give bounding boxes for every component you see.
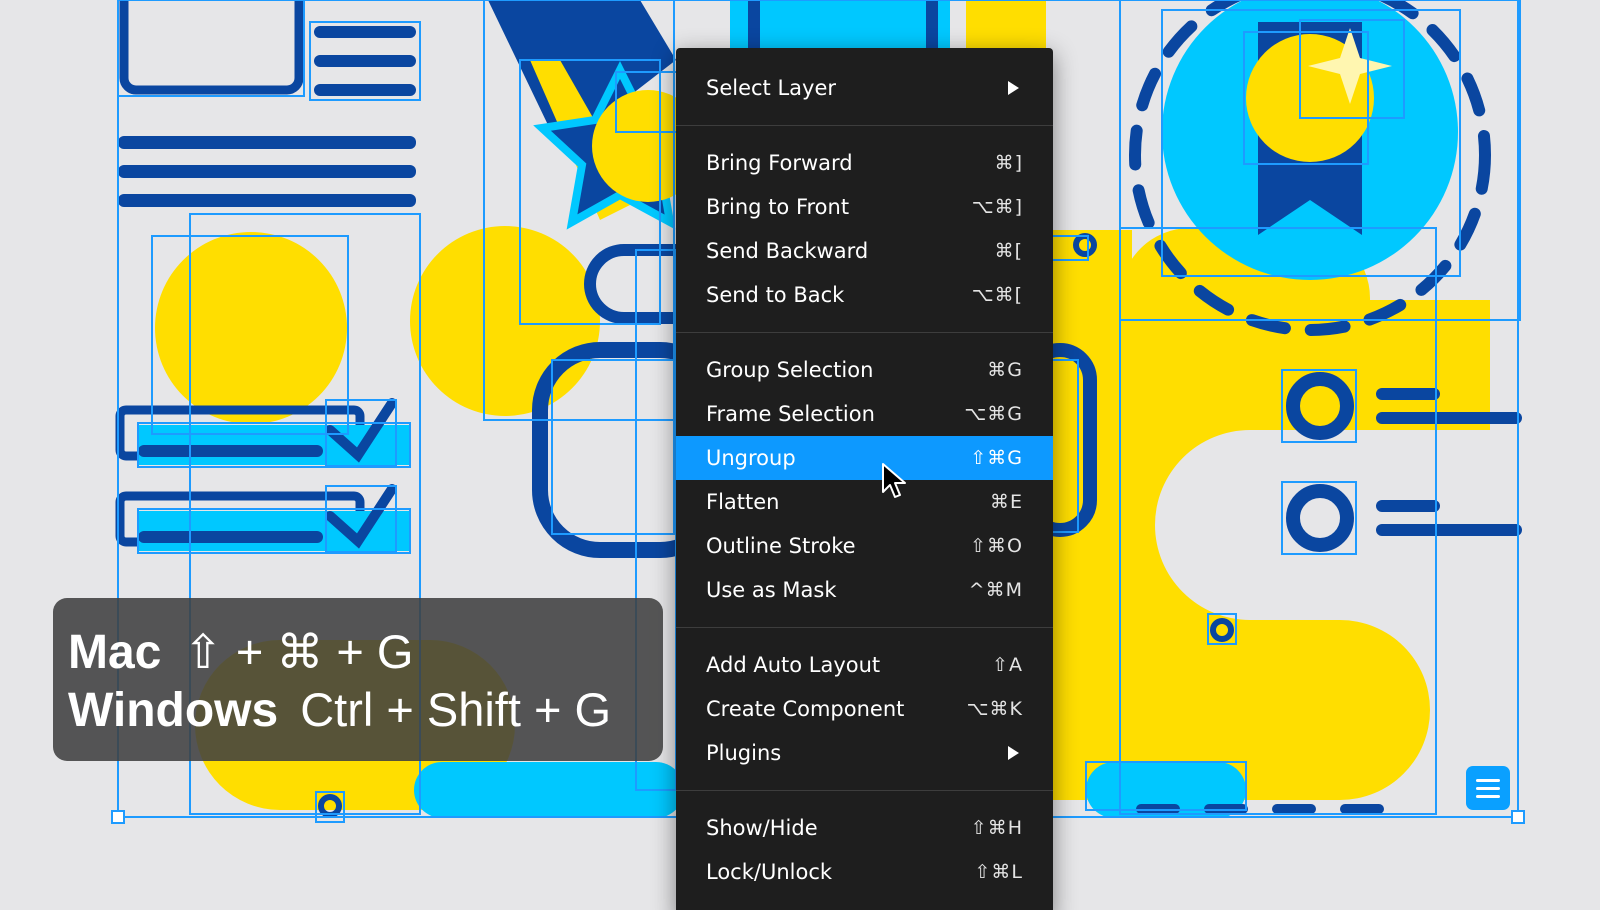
menu-item-label: Add Auto Layout <box>706 653 881 677</box>
menu-item-shortcut: ⌥⌘] <box>971 196 1023 218</box>
windows-label: Windows <box>68 684 279 737</box>
menu-item-label: Frame Selection <box>706 402 875 426</box>
menu-item-flatten[interactable]: Flatten ⌘E <box>676 480 1053 524</box>
menu-item-label: Plugins <box>706 741 782 765</box>
menu-separator <box>676 332 1053 333</box>
menu-item-shortcut: ⇧⌘G <box>970 447 1023 469</box>
menu-item-label: Group Selection <box>706 358 874 382</box>
windows-keys: Ctrl + Shift + G <box>300 683 612 736</box>
menu-item-select-layer[interactable]: Select Layer <box>676 66 1053 110</box>
menu-item-add-auto-layout[interactable]: Add Auto Layout ⇧A <box>676 643 1053 687</box>
menu-lines-icon <box>1476 779 1500 782</box>
menu-item-shortcut: ⌘G <box>987 359 1023 381</box>
menu-item-label: Use as Mask <box>706 578 837 602</box>
menu-item-shortcut: ⇧⌘O <box>970 535 1023 557</box>
menu-item-frame-selection[interactable]: Frame Selection ⌥⌘G <box>676 392 1053 436</box>
menu-item-label: Bring to Front <box>706 195 850 219</box>
menu-item-label: Send to Back <box>706 283 845 307</box>
menu-item-label: Bring Forward <box>706 151 853 175</box>
submenu-arrow-icon <box>1008 746 1019 760</box>
mac-keys: ⇧ + ⌘ + G <box>183 625 414 678</box>
context-menu: Select Layer Bring Forward ⌘] Bring to Fron… <box>676 48 1053 910</box>
submenu-arrow-icon <box>1008 81 1019 95</box>
design-canvas[interactable]: Select Layer Bring Forward ⌘] Bring to Fron… <box>0 0 1600 910</box>
menu-item-shortcut: ⇧⌘L <box>974 861 1023 883</box>
menu-item-create-component[interactable]: Create Component ⌥⌘K <box>676 687 1053 731</box>
menu-item-plugins[interactable]: Plugins <box>676 731 1053 775</box>
menu-item-send-backward[interactable]: Send Backward ⌘[ <box>676 229 1053 273</box>
menu-item-outline-stroke[interactable]: Outline Stroke ⇧⌘O <box>676 524 1053 568</box>
menu-item-bring-forward[interactable]: Bring Forward ⌘] <box>676 141 1053 185</box>
menu-item-bring-to-front[interactable]: Bring to Front ⌥⌘] <box>676 185 1053 229</box>
menu-separator <box>676 125 1053 126</box>
menu-item-use-as-mask[interactable]: Use as Mask ^⌘M <box>676 568 1053 612</box>
menu-item-shortcut: ⇧⌘H <box>970 817 1023 839</box>
menu-item-label: Flatten <box>706 490 780 514</box>
menu-item-shortcut: ⌘E <box>989 491 1023 513</box>
menu-item-shortcut: ⌥⌘G <box>964 403 1023 425</box>
menu-separator <box>676 627 1053 628</box>
menu-item-send-to-back[interactable]: Send to Back ⌥⌘[ <box>676 273 1053 317</box>
mac-label: Mac <box>68 626 162 679</box>
menu-item-shortcut: ⌘] <box>994 152 1023 174</box>
menu-item-label: Create Component <box>706 697 905 721</box>
menu-item-show-hide[interactable]: Show/Hide ⇧⌘H <box>676 806 1053 850</box>
menu-item-label: Outline Stroke <box>706 534 856 558</box>
menu-item-shortcut: ⌘[ <box>994 240 1023 262</box>
mouse-cursor-icon <box>882 463 906 498</box>
menu-item-group-selection[interactable]: Group Selection ⌘G <box>676 348 1053 392</box>
menu-lines-button[interactable] <box>1466 766 1510 810</box>
menu-item-ungroup[interactable]: Ungroup ⇧⌘G <box>676 436 1053 480</box>
menu-item-label: Select Layer <box>706 76 837 100</box>
menu-item-label: Show/Hide <box>706 816 818 840</box>
menu-item-label: Ungroup <box>706 446 796 470</box>
menu-separator <box>676 790 1053 791</box>
menu-item-shortcut: ⌥⌘[ <box>971 284 1023 306</box>
shortcut-overlay: Mac ⇧ + ⌘ + G Windows Ctrl + Shift + G <box>53 598 663 761</box>
mac-shortcut-row: Mac ⇧ + ⌘ + G <box>68 624 413 680</box>
menu-item-label: Lock/Unlock <box>706 860 833 884</box>
menu-item-shortcut: ⌥⌘K <box>966 698 1023 720</box>
menu-item-shortcut: ^⌘M <box>968 579 1023 601</box>
menu-item-shortcut: ⇧A <box>992 654 1023 676</box>
menu-item-label: Send Backward <box>706 239 869 263</box>
windows-shortcut-row: Windows Ctrl + Shift + G <box>68 682 611 738</box>
menu-item-lock-unlock[interactable]: Lock/Unlock ⇧⌘L <box>676 850 1053 894</box>
